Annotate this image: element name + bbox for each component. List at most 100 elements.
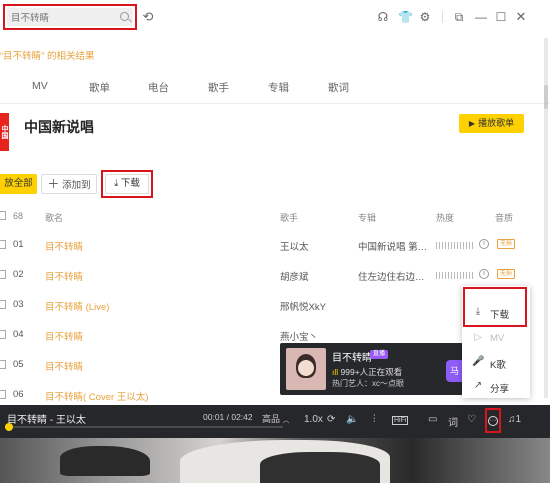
- col-artist[interactable]: 歌手: [280, 211, 298, 224]
- search-icon[interactable]: [120, 12, 129, 21]
- download-menu-highlight: [463, 287, 527, 327]
- song-title[interactable]: 目不转睛: [45, 329, 83, 343]
- live-popup[interactable]: 目不转睛 直播 ıll 999+人正在观看 热门艺人：xc～点眼 马: [280, 343, 463, 395]
- loop-icon[interactable]: ⟳: [327, 414, 335, 425]
- album-title[interactable]: 中国新说唱: [24, 117, 94, 137]
- song-title[interactable]: 目不转睛( Cover 王以太): [45, 389, 148, 403]
- download-button[interactable]: ⤓ 下载: [105, 174, 149, 194]
- table-row[interactable]: 03 目不转睛 (Live) 邢帆悦XkY: [0, 290, 542, 321]
- refresh-icon[interactable]: ⟲: [141, 10, 155, 24]
- song-title[interactable]: 目不转睛: [45, 269, 83, 283]
- live-title: 目不转睛: [332, 353, 372, 364]
- search-box-highlight: [3, 4, 137, 30]
- play-all-button[interactable]: 放全部: [0, 174, 37, 194]
- now-playing-title[interactable]: 目不转睛 - 王以太: [7, 411, 86, 426]
- menu-item-label: K歌: [490, 360, 506, 371]
- row-checkbox[interactable]: [0, 240, 6, 249]
- row-checkbox[interactable]: [0, 390, 6, 399]
- song-artist[interactable]: 王以太: [280, 239, 309, 253]
- quality-selector[interactable]: 高品 ︿: [262, 412, 290, 425]
- signal-icon: ıll: [332, 367, 339, 377]
- download-label: 下载: [120, 178, 140, 189]
- progress-handle[interactable]: [5, 423, 13, 431]
- song-title[interactable]: 目不转睛: [45, 239, 83, 253]
- result-tabs: MV 歌单 电台 歌手 专辑 歌词: [0, 80, 400, 102]
- info-icon[interactable]: i: [479, 239, 489, 249]
- chevron-up-icon: ︿: [282, 417, 290, 424]
- mini-mode-icon[interactable]: ⧉: [452, 10, 466, 24]
- menu-item-label: 分享: [490, 384, 510, 395]
- hot-meter: [436, 272, 474, 279]
- results-keyword: 目不转睛: [3, 51, 42, 62]
- hifi-icon[interactable]: HiFi: [392, 416, 409, 425]
- table-header: 68 歌名 歌手 专辑 热度 音质: [0, 206, 542, 226]
- col-album[interactable]: 专辑: [358, 211, 376, 224]
- comment-icon[interactable]: ▭: [428, 414, 437, 425]
- tab-playlists[interactable]: 歌单: [89, 80, 110, 95]
- live-thumbnail[interactable]: [286, 348, 326, 390]
- speed-button[interactable]: 1.0x: [304, 414, 323, 425]
- scrollbar-thumb[interactable]: [544, 85, 548, 109]
- song-artist[interactable]: 胡彦斌: [280, 269, 309, 283]
- minimize-icon[interactable]: —: [474, 10, 488, 24]
- playback-time: 00:01 / 02:42: [203, 412, 253, 422]
- song-title[interactable]: 目不转睛 (Live): [45, 299, 109, 313]
- add-to-label: 添加到: [62, 180, 91, 191]
- live-watch-button[interactable]: 马: [446, 360, 463, 382]
- song-artist[interactable]: 邢帆悦XkY: [280, 299, 326, 313]
- tab-lyrics[interactable]: 歌词: [328, 80, 349, 95]
- live-viewers: ıll 999+人正在观看: [332, 366, 402, 378]
- window-divider: [442, 11, 443, 23]
- row-checkbox[interactable]: [0, 360, 6, 369]
- maximize-icon[interactable]: ☐: [494, 10, 508, 24]
- song-album[interactable]: 住左边住右边…: [358, 269, 425, 283]
- col-quality[interactable]: 音质: [495, 211, 513, 224]
- hot-meter: [436, 242, 474, 249]
- more-icon[interactable]: ···: [488, 416, 498, 426]
- row-number: 05: [13, 359, 24, 370]
- search-box[interactable]: [7, 8, 133, 26]
- lyrics-button[interactable]: 词: [448, 414, 458, 429]
- col-hot[interactable]: 热度: [436, 211, 454, 224]
- row-number: 04: [13, 329, 24, 340]
- equalizer-icon[interactable]: ⫶: [373, 414, 376, 425]
- row-checkbox[interactable]: [0, 270, 6, 279]
- tab-radio[interactable]: 电台: [148, 80, 169, 95]
- play-playlist-button[interactable]: ▶ 播放歌单: [459, 114, 524, 133]
- gear-icon[interactable]: ⚙: [418, 10, 432, 24]
- headphones-icon[interactable]: ☊: [376, 10, 390, 24]
- row-number: 01: [13, 239, 24, 250]
- table-row[interactable]: 02 目不转睛 胡彦斌 住左边住右边… i 无损: [0, 260, 542, 291]
- play-icon: ▶: [468, 119, 476, 128]
- menu-item-karaoke[interactable]: 🎤 K歌: [462, 352, 530, 374]
- menu-item-mv[interactable]: ▷ MV: [462, 328, 530, 350]
- table-row[interactable]: 01 目不转睛 王以太 中国新说唱 第… i 无损: [0, 230, 542, 261]
- progress-track[interactable]: [5, 426, 283, 428]
- playlist-queue-button[interactable]: ♫1: [508, 414, 521, 425]
- background-shape: [60, 446, 150, 476]
- playlist-icon: ♫: [508, 414, 516, 425]
- add-to-button[interactable]: ＋ 添加到: [41, 174, 97, 194]
- share-icon: ↗: [473, 380, 483, 391]
- tab-artists[interactable]: 歌手: [208, 80, 229, 95]
- row-checkbox[interactable]: [0, 300, 6, 309]
- select-all-checkbox[interactable]: [0, 211, 6, 220]
- tab-albums[interactable]: 专辑: [268, 80, 289, 95]
- song-title[interactable]: 目不转睛: [45, 359, 83, 373]
- tab-mv[interactable]: MV: [32, 80, 48, 92]
- song-artist[interactable]: 燕小宝丶: [280, 329, 318, 343]
- skin-icon[interactable]: 👕: [398, 10, 413, 24]
- col-name[interactable]: 歌名: [45, 211, 63, 224]
- quality-badge: 无损: [497, 269, 515, 279]
- row-checkbox[interactable]: [0, 330, 6, 339]
- heart-icon[interactable]: ♡: [467, 414, 476, 425]
- tabs-divider: [0, 103, 550, 104]
- info-icon[interactable]: i: [479, 269, 489, 279]
- album-cover[interactable]: 中国: [0, 113, 9, 151]
- volume-icon[interactable]: 🔈: [346, 414, 358, 425]
- song-album[interactable]: 中国新说唱 第…: [358, 239, 427, 253]
- queue-count: 1: [515, 414, 522, 425]
- search-input[interactable]: [11, 8, 111, 26]
- close-icon[interactable]: ✕: [514, 10, 528, 24]
- menu-item-share[interactable]: ↗ 分享: [462, 376, 530, 398]
